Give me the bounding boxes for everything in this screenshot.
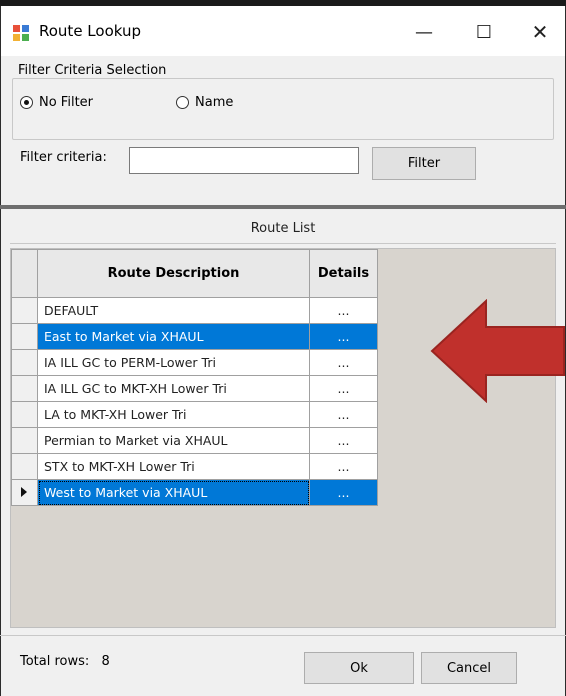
table-row[interactable]: Permian to Market via XHAUL ...	[11, 427, 378, 454]
table-row[interactable]: East to Market via XHAUL ...	[11, 323, 378, 350]
minimize-button[interactable]: —	[401, 12, 447, 52]
table-row[interactable]: STX to MKT-XH Lower Tri ...	[11, 453, 378, 480]
filter-criteria-input[interactable]	[129, 147, 359, 174]
route-table: Route Description Details DEFAULT ... Ea…	[11, 249, 378, 506]
current-row-arrow-icon	[21, 487, 27, 497]
table-row[interactable]: IA ILL GC to PERM-Lower Tri ...	[11, 349, 378, 376]
grid-header-row: Route Description Details	[11, 249, 378, 298]
total-rows-value: 8	[101, 654, 110, 669]
row-selector[interactable]	[11, 401, 38, 428]
row-selector[interactable]	[11, 453, 38, 480]
filter-criteria-legend: Filter Criteria Selection	[15, 63, 170, 78]
route-description-cell[interactable]: IA ILL GC to MKT-XH Lower Tri	[37, 375, 310, 402]
column-header-details[interactable]: Details	[309, 249, 378, 298]
details-button[interactable]: ...	[309, 375, 378, 402]
row-selector[interactable]	[11, 479, 38, 506]
table-row[interactable]: West to Market via XHAUL ...	[11, 479, 378, 506]
table-row[interactable]: DEFAULT ...	[11, 297, 378, 324]
details-button[interactable]: ...	[309, 323, 378, 350]
filter-criteria-label: Filter criteria:	[20, 150, 107, 165]
close-button[interactable]: ✕	[517, 12, 563, 52]
filter-button[interactable]: Filter	[372, 147, 476, 180]
route-description-cell[interactable]: Permian to Market via XHAUL	[37, 427, 310, 454]
route-list-caption: Route List	[10, 214, 556, 244]
details-button[interactable]: ...	[309, 401, 378, 428]
maximize-icon: ☐	[475, 21, 493, 43]
row-selector[interactable]	[11, 349, 38, 376]
details-button[interactable]: ...	[309, 297, 378, 324]
cancel-button[interactable]: Cancel	[421, 652, 517, 684]
ok-button[interactable]: Ok	[304, 652, 414, 684]
filter-criteria-groupbox	[12, 78, 554, 140]
row-selector[interactable]	[11, 375, 38, 402]
splitter[interactable]	[0, 205, 566, 209]
radio-unselected-icon	[176, 96, 189, 109]
close-icon: ✕	[531, 20, 549, 44]
row-selector[interactable]	[11, 297, 38, 324]
table-row[interactable]: LA to MKT-XH Lower Tri ...	[11, 401, 378, 428]
route-description-cell[interactable]: IA ILL GC to PERM-Lower Tri	[37, 349, 310, 376]
minimize-icon: —	[415, 21, 433, 43]
radio-selected-icon	[20, 96, 33, 109]
footer-divider	[0, 635, 566, 636]
title-bar[interactable]: Route Lookup — ☐ ✕	[1, 6, 565, 56]
route-description-cell[interactable]: LA to MKT-XH Lower Tri	[37, 401, 310, 428]
radio-name-label: Name	[195, 95, 234, 110]
radio-name[interactable]: Name	[176, 95, 233, 110]
app-form-icon	[13, 25, 29, 41]
route-description-cell[interactable]: East to Market via XHAUL	[37, 323, 310, 350]
details-button[interactable]: ...	[309, 453, 378, 480]
window-title: Route Lookup	[39, 22, 142, 40]
column-header-route-description[interactable]: Route Description	[37, 249, 310, 298]
maximize-button[interactable]: ☐	[461, 12, 507, 52]
radio-no-filter[interactable]: No Filter	[20, 95, 93, 110]
route-description-cell[interactable]: DEFAULT	[37, 297, 310, 324]
row-header-corner[interactable]	[11, 249, 38, 298]
radio-no-filter-label: No Filter	[39, 95, 94, 110]
annotation-arrow-icon	[430, 299, 565, 403]
details-button[interactable]: ...	[309, 349, 378, 376]
total-rows: Total rows: 8	[20, 654, 110, 669]
row-selector[interactable]	[11, 427, 38, 454]
route-description-cell[interactable]: West to Market via XHAUL	[37, 479, 310, 506]
total-rows-label: Total rows:	[20, 654, 90, 669]
route-description-cell[interactable]: STX to MKT-XH Lower Tri	[37, 453, 310, 480]
details-button[interactable]: ...	[309, 479, 378, 506]
row-selector[interactable]	[11, 323, 38, 350]
table-row[interactable]: IA ILL GC to MKT-XH Lower Tri ...	[11, 375, 378, 402]
details-button[interactable]: ...	[309, 427, 378, 454]
